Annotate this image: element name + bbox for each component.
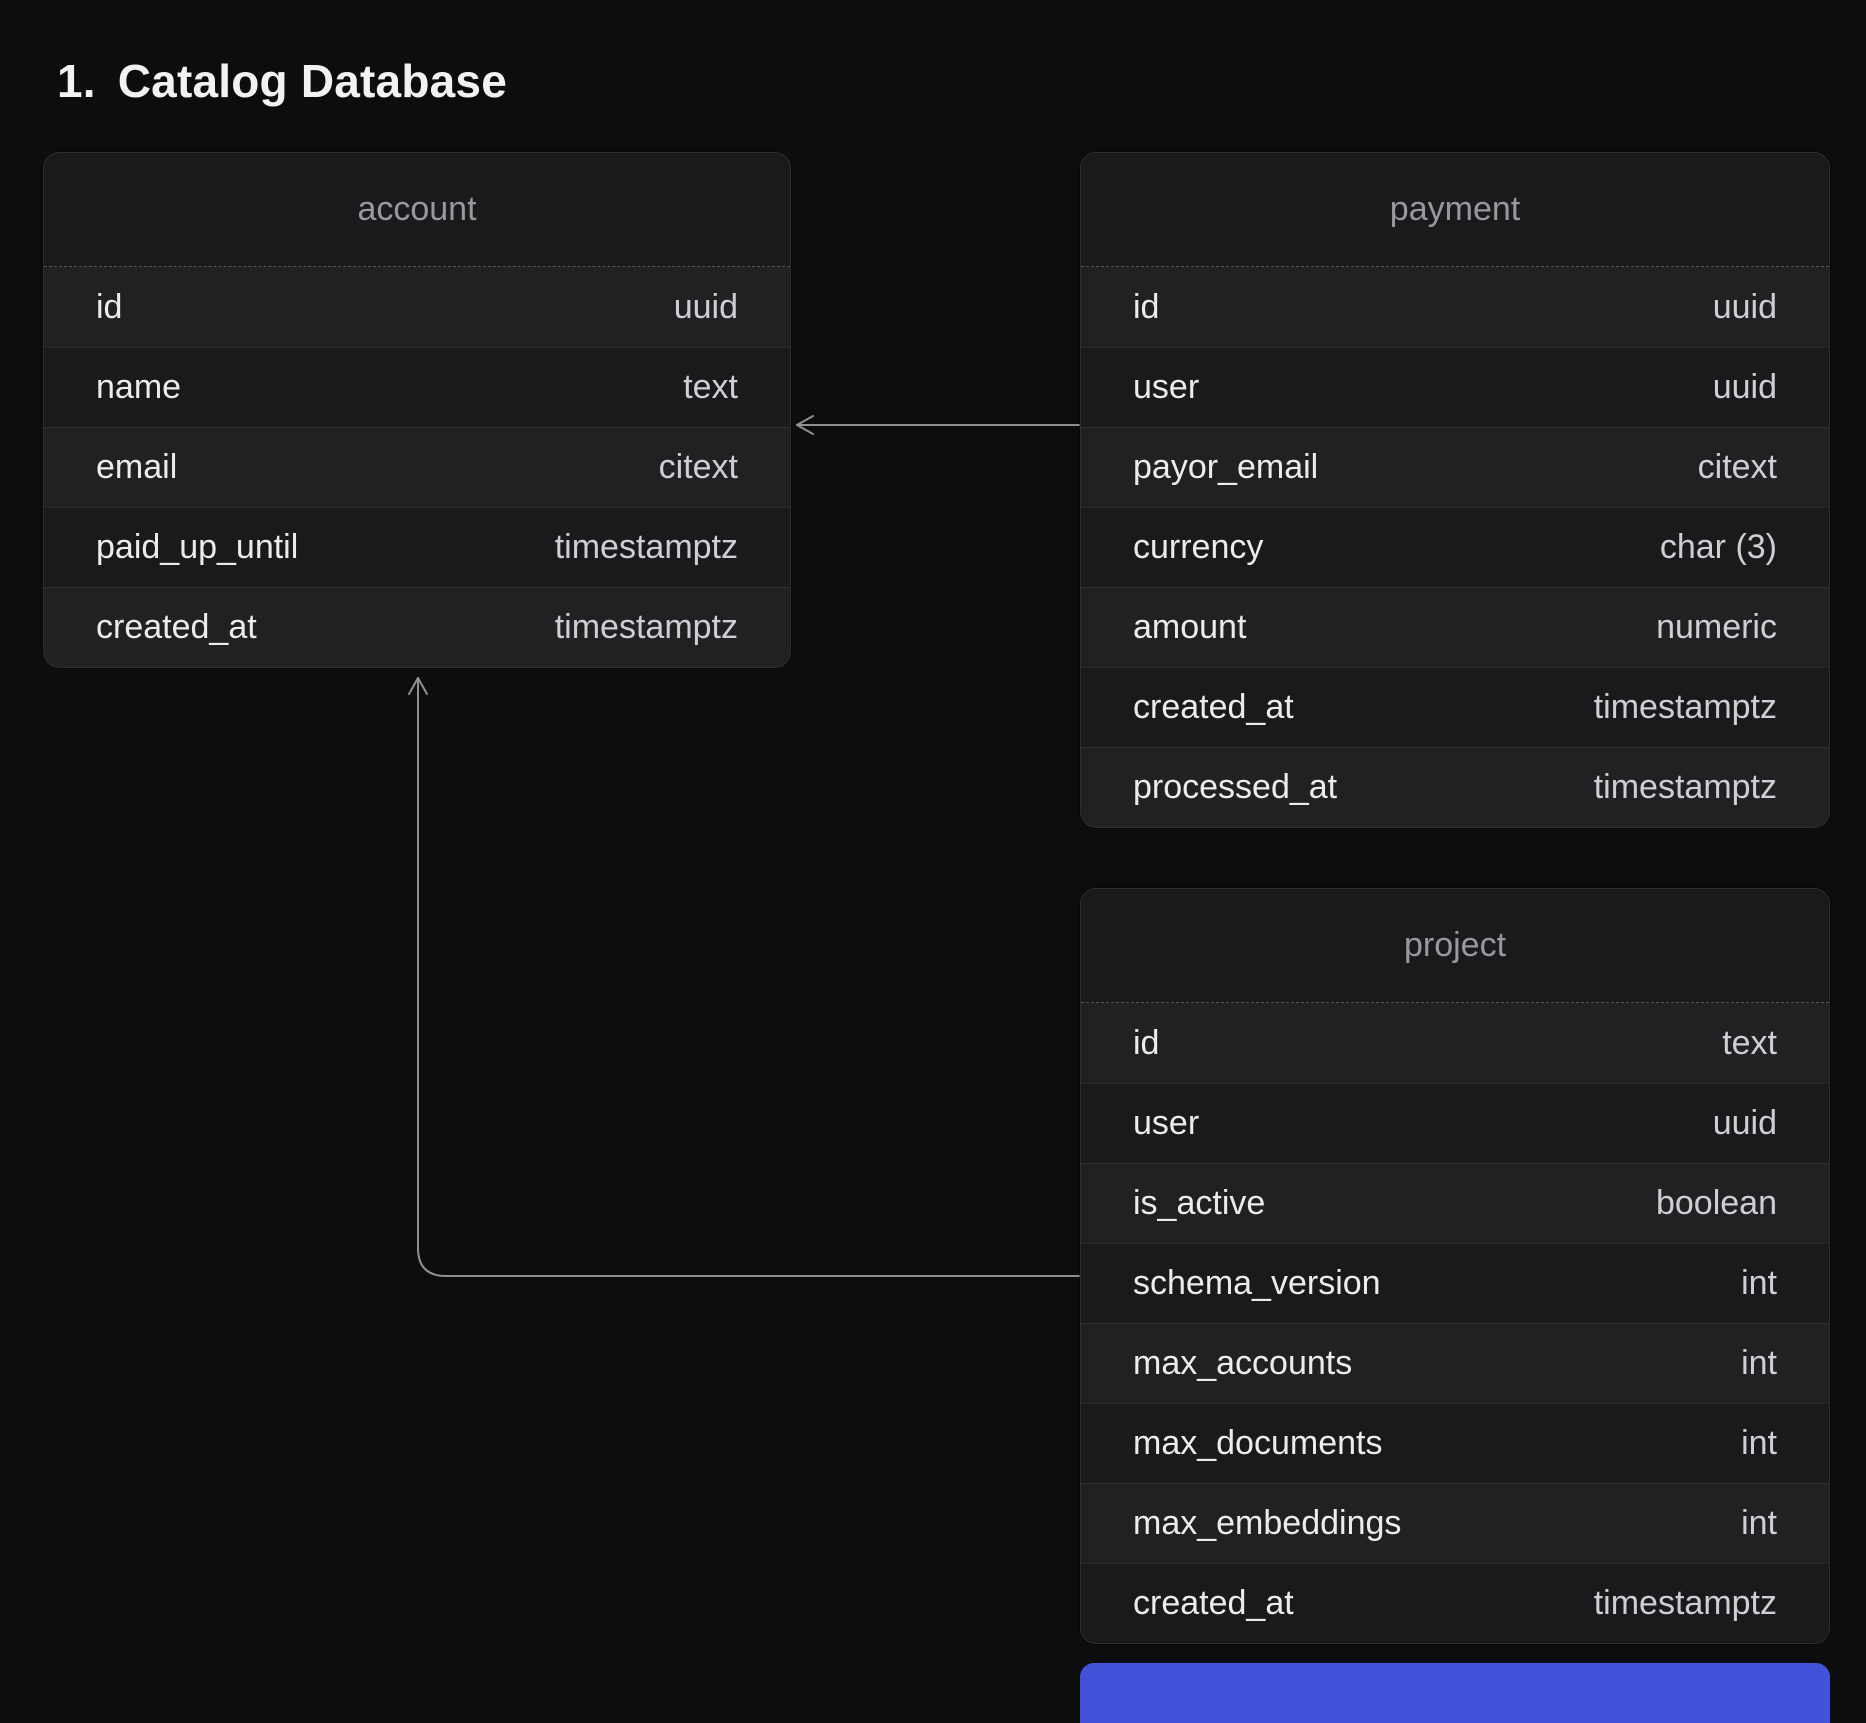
table-rows-payment: iduuiduseruuidpayor_emailcitextcurrencyc… [1081, 267, 1829, 827]
field-name: id [1133, 1024, 1159, 1063]
field-row-payment-user[interactable]: user uuid [1081, 347, 1829, 427]
field-row-project-id[interactable]: id text [1081, 1003, 1829, 1083]
field-type: timestamptz [1594, 768, 1777, 807]
field-name: currency [1133, 528, 1263, 567]
field-row-account-paid_up_until[interactable]: paid_up_until timestamptz [44, 507, 790, 587]
field-row-project-schema_version[interactable]: schema_version int [1081, 1243, 1829, 1323]
tables-layer: account id uuid name text email citext paid_up_… [0, 0, 1866, 1674]
field-name: id [96, 288, 122, 327]
field-type: citext [1698, 448, 1777, 487]
field-row-account-created_at[interactable]: created_at timestamptz [44, 587, 790, 667]
field-type: uuid [674, 288, 738, 327]
field-row-payment-created_at[interactable]: created_at timestamptz [1081, 667, 1829, 747]
field-row-payment-processed_at[interactable]: processed_at timestamptz [1081, 747, 1829, 827]
table-name-project[interactable]: project [1081, 889, 1829, 1003]
field-row-payment-amount[interactable]: amount numeric [1081, 587, 1829, 667]
field-type: timestamptz [1594, 1584, 1777, 1623]
field-row-payment-payor_email[interactable]: payor_email citext [1081, 427, 1829, 507]
field-name: user [1133, 1104, 1199, 1143]
field-row-project-user[interactable]: user uuid [1081, 1083, 1829, 1163]
field-row-project-created_at[interactable]: created_at timestamptz [1081, 1563, 1829, 1643]
table-account[interactable]: account id uuid name text email citext paid_up_… [43, 152, 791, 668]
field-row-account-id[interactable]: id uuid [44, 267, 790, 347]
field-row-project-max_documents[interactable]: max_documents int [1081, 1403, 1829, 1483]
field-type: boolean [1656, 1184, 1777, 1223]
field-type: uuid [1713, 1104, 1777, 1143]
field-row-project-is_active[interactable]: is_active boolean [1081, 1163, 1829, 1243]
field-type: numeric [1656, 608, 1777, 647]
field-name: email [96, 448, 177, 487]
field-type: timestamptz [1594, 688, 1777, 727]
field-name: id [1133, 288, 1159, 327]
field-row-project-max_accounts[interactable]: max_accounts int [1081, 1323, 1829, 1403]
field-name: amount [1133, 608, 1246, 647]
field-name: created_at [96, 608, 257, 647]
field-row-account-name[interactable]: name text [44, 347, 790, 427]
field-type: int [1741, 1344, 1777, 1383]
field-type: timestamptz [555, 608, 738, 647]
field-name: user [1133, 368, 1199, 407]
field-name: max_embeddings [1133, 1504, 1401, 1543]
field-name: payor_email [1133, 448, 1318, 487]
field-row-account-email[interactable]: email citext [44, 427, 790, 507]
field-type: int [1741, 1264, 1777, 1303]
field-type: text [683, 368, 738, 407]
partial-blue-table-header[interactable] [1080, 1663, 1830, 1723]
field-name: is_active [1133, 1184, 1265, 1223]
table-name-account[interactable]: account [44, 153, 790, 267]
field-name: schema_version [1133, 1264, 1381, 1303]
field-type: uuid [1713, 288, 1777, 327]
field-type: text [1722, 1024, 1777, 1063]
field-type: timestamptz [555, 528, 738, 567]
field-name: created_at [1133, 1584, 1294, 1623]
field-name: max_accounts [1133, 1344, 1352, 1383]
field-type: int [1741, 1504, 1777, 1543]
field-type: uuid [1713, 368, 1777, 407]
field-row-payment-id[interactable]: id uuid [1081, 267, 1829, 347]
table-rows-project: id text user uuid is_active boolean schema_ver… [1081, 1003, 1829, 1643]
field-name: max_documents [1133, 1424, 1382, 1463]
field-name: name [96, 368, 181, 407]
table-payment[interactable]: payment id uuid user uuid payor_email citext cu… [1080, 152, 1830, 828]
field-name: paid_up_until [96, 528, 298, 567]
field-type: citext [659, 448, 738, 487]
table-name-payment[interactable]: payment [1081, 153, 1829, 267]
field-name: processed_at [1133, 768, 1337, 807]
table-rows-account: iduuidnametextemailcitextpaid_up_untilti… [44, 267, 790, 667]
field-row-project-max_embeddings[interactable]: max_embeddings int [1081, 1483, 1829, 1563]
field-name: created_at [1133, 688, 1294, 727]
field-row-payment-currency[interactable]: currency char (3) [1081, 507, 1829, 587]
table-project[interactable]: project id text user uuid is_active boolean sch… [1080, 888, 1830, 1644]
field-type: char (3) [1660, 528, 1777, 567]
field-type: int [1741, 1424, 1777, 1463]
